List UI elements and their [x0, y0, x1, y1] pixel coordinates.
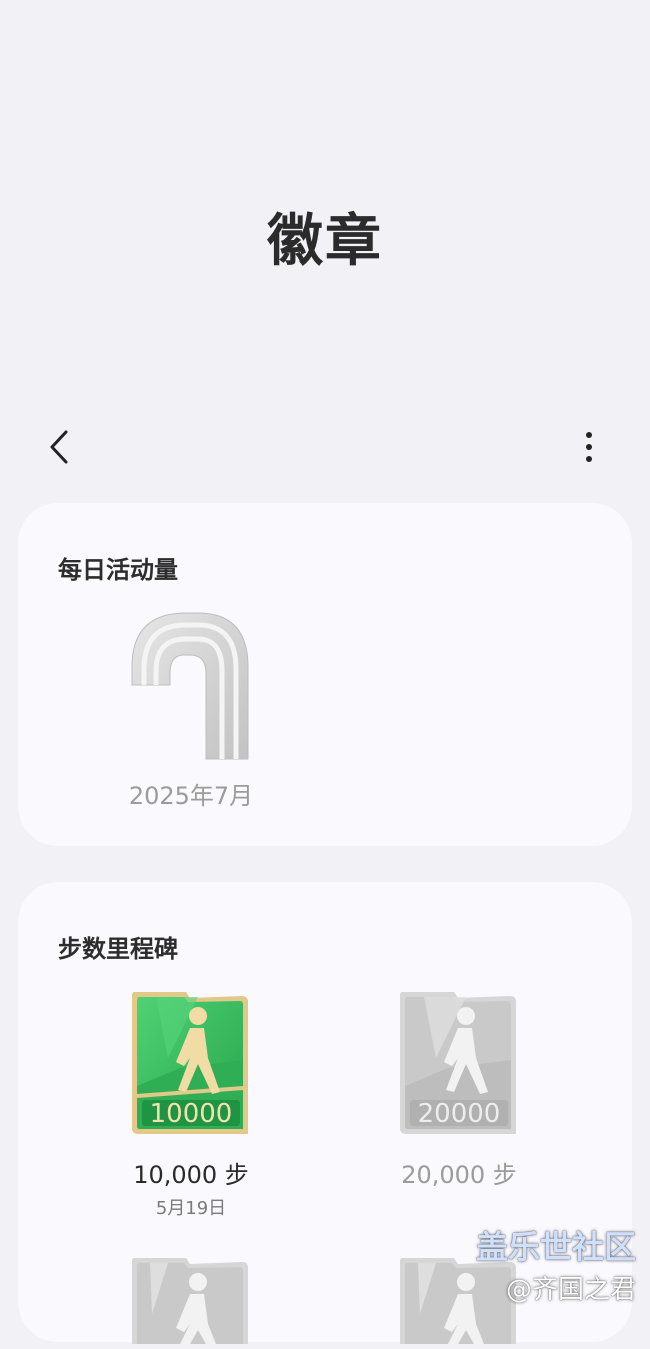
more-vertical-icon: [586, 432, 592, 462]
badge-label: 20,000 步: [401, 1161, 517, 1189]
badge-number: 20000: [418, 1099, 501, 1129]
step-badge-locked[interactable]: [396, 1254, 520, 1349]
step-badge-20000[interactable]: 20000: [396, 988, 520, 1143]
walking-person-badge-icon: 20000: [400, 992, 516, 1134]
watermark-user: @齐国之君: [505, 1275, 636, 1305]
section-title: 步数里程碑: [58, 935, 178, 963]
walking-person-badge-icon: 10000: [132, 992, 248, 1134]
page-title: 徽章: [267, 209, 383, 274]
back-button[interactable]: [38, 424, 84, 470]
daily-activity-card: 每日活动量 2025年7月: [18, 503, 632, 846]
badge-number: 10000: [150, 1099, 233, 1129]
step-badge-locked[interactable]: [128, 1254, 252, 1349]
walking-person-badge-icon: [132, 1258, 248, 1344]
badge-label: 10,000 步: [133, 1161, 249, 1189]
chevron-left-icon: [50, 430, 68, 464]
watermark-community: 盖乐世社区: [475, 1228, 636, 1266]
badge-label: 2025年7月: [128, 782, 254, 810]
activity-arch-badge-icon: [131, 612, 249, 760]
section-title: 每日活动量: [58, 556, 178, 584]
more-options-button[interactable]: [566, 424, 612, 470]
activity-badge[interactable]: [126, 607, 256, 767]
step-badge-10000[interactable]: 10000: [128, 988, 252, 1143]
badge-date: 5月19日: [155, 1198, 227, 1219]
